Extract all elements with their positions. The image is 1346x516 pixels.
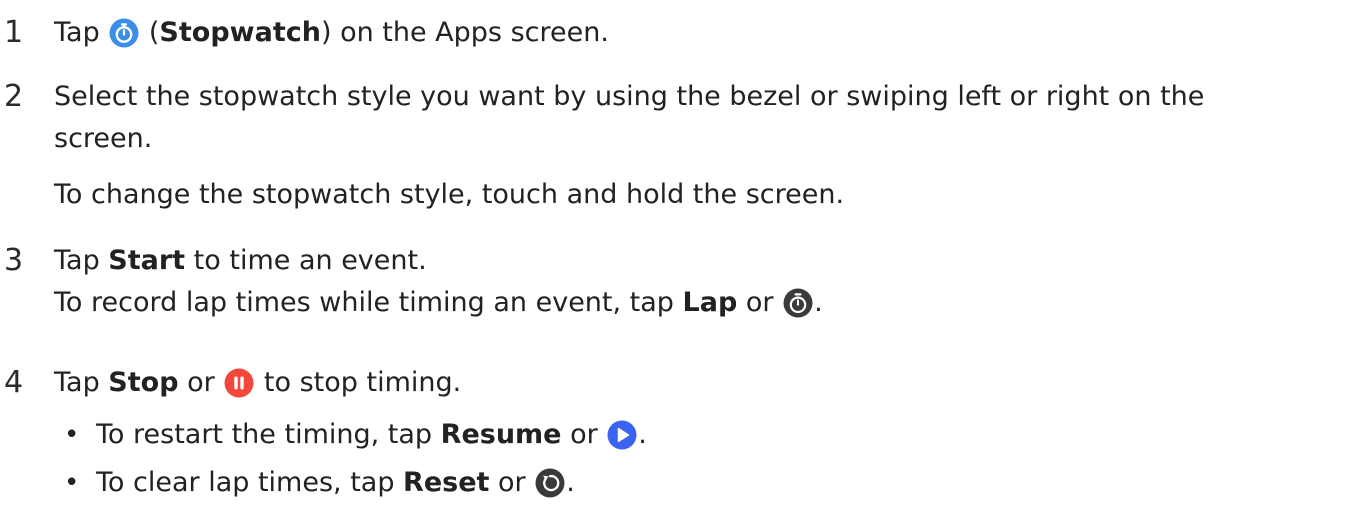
reset-icon	[535, 468, 565, 498]
bullet-line-resume: To restart the timing, tap Resume or .	[96, 414, 647, 456]
text: to stop timing.	[255, 367, 462, 398]
stopwatch-app-icon	[109, 18, 139, 48]
step-4-line-1: Tap Stop or to stop timing.	[54, 362, 461, 404]
step-number: 3	[4, 243, 24, 278]
text: Tap	[54, 17, 109, 48]
stopwatch-label: Stopwatch	[159, 17, 321, 48]
text: or	[489, 467, 535, 498]
step-3-line-1: Tap Start to time an event.	[54, 240, 427, 282]
lap-label: Lap	[682, 287, 738, 318]
resume-label: Resume	[440, 419, 562, 450]
text: or	[737, 287, 783, 318]
step-3-line-2: To record lap times while timing an even…	[54, 282, 823, 324]
stop-label: Stop	[108, 367, 179, 398]
reset-label: Reset	[403, 467, 490, 498]
text: or	[178, 367, 224, 398]
step-number: 1	[4, 15, 24, 50]
text: (	[140, 17, 160, 48]
step-2-line-1: Select the stopwatch style you want by u…	[54, 81, 1205, 112]
step-1-line-1: Tap (Stopwatch) on the Apps screen.	[54, 12, 609, 54]
text: To restart the timing, tap	[96, 419, 441, 450]
text: .	[814, 287, 823, 318]
text: Tap	[54, 245, 109, 276]
text: ) on the Apps screen.	[320, 17, 609, 48]
bullet: •	[64, 420, 80, 450]
step-2-line-2: screen.	[54, 123, 153, 154]
text: To record lap times while timing an even…	[54, 287, 683, 318]
text: .	[566, 467, 575, 498]
text: or	[561, 419, 607, 450]
play-icon	[607, 420, 637, 450]
text: .	[638, 419, 647, 450]
bullet-line-reset: To clear lap times, tap Reset or .	[96, 462, 575, 504]
step-number: 2	[4, 79, 24, 114]
pause-icon	[224, 368, 254, 398]
text: To clear lap times, tap	[96, 467, 404, 498]
step-number: 4	[4, 365, 24, 400]
text: to time an event.	[185, 245, 427, 276]
step-2-line-3: To change the stopwatch style, touch and…	[54, 179, 845, 210]
lap-icon	[783, 288, 813, 318]
bullet: •	[64, 468, 80, 498]
instruction-document: 1 Tap (Stopwatch) on the Apps screen. 2 …	[0, 0, 1346, 516]
text: Tap	[54, 367, 109, 398]
start-label: Start	[108, 245, 186, 276]
